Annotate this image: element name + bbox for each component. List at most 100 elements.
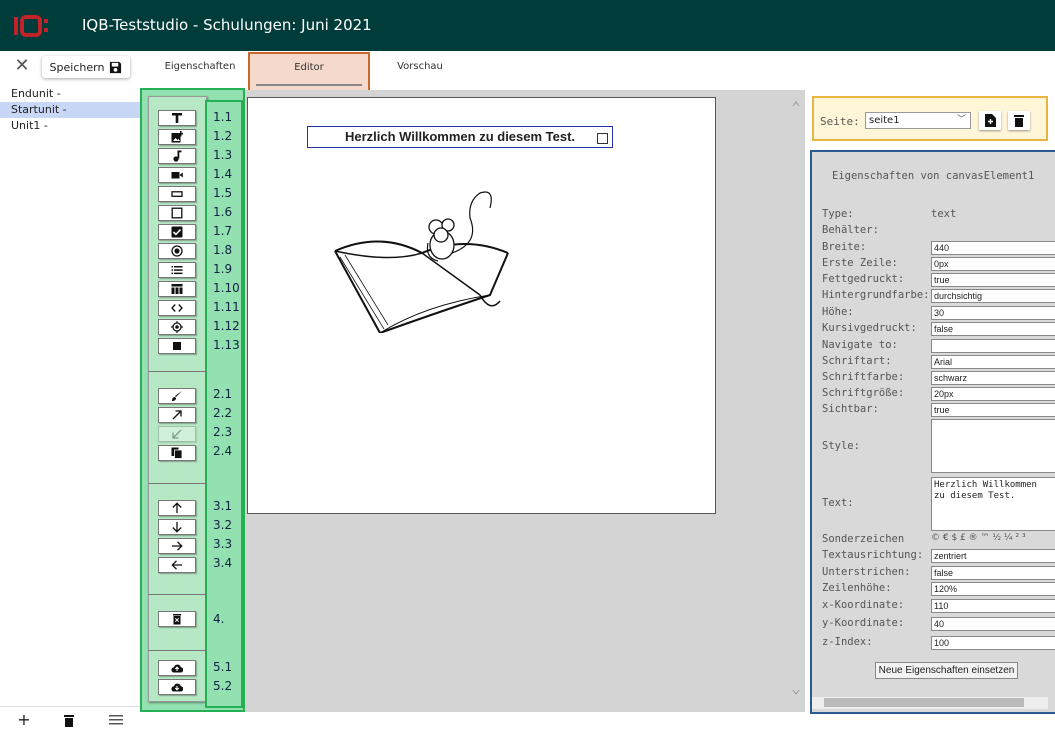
unit-list: Endunit - Startunit - Unit1 - [0,86,140,134]
tool-number: 1.12 [213,319,240,333]
table-icon[interactable] [158,281,196,297]
style-textarea[interactable] [931,419,1055,473]
tool-number: 3.3 [213,537,233,551]
page-select[interactable]: seite1 ﹀ [865,112,971,129]
tool-group-divider [148,594,207,595]
close-button[interactable]: ✕ [14,55,30,76]
music-note-icon[interactable] [158,148,196,164]
prop-input-bold[interactable]: true [931,273,1055,287]
arrow-up-icon[interactable] [158,500,196,516]
arrow-right-icon[interactable] [158,538,196,554]
textarea-icon[interactable] [158,205,196,221]
prop-input-width[interactable]: 440 [931,241,1055,255]
prop-input-x[interactable]: 110 [931,599,1055,613]
code-icon[interactable] [158,300,196,316]
tool-number: 1.8 [213,243,233,257]
properties-title: Eigenschaften von canvasElement1 [832,170,1035,182]
scrollbar-thumb[interactable] [824,698,1024,707]
prop-input-font-size[interactable]: 20px [931,387,1055,401]
canvas-text: Herzlich Willkommen zu diesem Test. [344,129,576,144]
copy-icon[interactable] [158,445,196,461]
checkbox-icon[interactable] [158,224,196,240]
prop-input-z-index[interactable]: 100 [931,636,1055,650]
tab-eigenschaften[interactable]: Eigenschaften [160,61,240,72]
prop-label: Schriftfarbe: [822,371,905,383]
add-page-button[interactable] [979,111,1001,130]
book-mouse-image[interactable] [330,183,515,333]
add-page-icon [984,114,996,127]
tool-number: 5.2 [213,679,233,693]
unit-actions-bar: + [0,706,140,731]
tab-vorschau[interactable]: Vorschau [390,61,450,72]
prop-label: Breite: [822,241,867,253]
brush-icon[interactable] [158,388,196,404]
apply-properties-button[interactable]: Neue Eigenschaften einsetzen [875,662,1018,679]
prop-input-font-color[interactable]: schwarz [931,371,1055,385]
text-icon[interactable] [158,110,196,126]
tool-number: 1.4 [213,167,233,181]
square-icon[interactable] [158,338,196,354]
menu-icon[interactable] [104,710,128,730]
resize-handle-icon[interactable] [597,133,608,144]
tool-number: 3.4 [213,556,233,570]
special-chars[interactable]: © € $ £ ® ™ ½ ¼ ² ³ [931,533,1026,543]
cloud-upload-icon[interactable] [158,660,196,676]
prop-label: y-Koordinate: [822,617,905,629]
prop-input-italic[interactable]: false [931,322,1055,336]
unit-item-endunit[interactable]: Endunit - [0,86,140,102]
prop-input-navigate[interactable] [931,339,1055,353]
radio-icon[interactable] [158,243,196,259]
tool-number: 1.6 [213,205,233,219]
iqb-logo [14,15,48,37]
canvas-text-element[interactable]: Herzlich Willkommen zu diesem Test. [307,126,613,148]
prop-label-special: Sonderzeichen [822,533,905,545]
prop-input-height[interactable]: 30 [931,306,1055,320]
unit-item-startunit[interactable]: Startunit - [0,102,140,118]
arrow-down-left-icon[interactable] [158,426,196,442]
arrow-left-icon[interactable] [158,557,196,573]
prop-input-visible[interactable]: true [931,403,1055,417]
delete-page-button[interactable] [1008,111,1030,130]
prop-label: Zeilenhöhe: [822,582,892,594]
prop-input-text-align[interactable]: zentriert [931,549,1055,563]
prop-label: Textausrichtung: [822,549,924,561]
prop-input-underline[interactable]: false [931,566,1055,580]
tool-group-divider [148,483,207,484]
unit-item-unit1[interactable]: Unit1 - [0,118,140,134]
prop-input-y[interactable]: 40 [931,617,1055,631]
tool-number: 1.2 [213,129,233,143]
canvas-vertical-scrollbar[interactable] [790,96,802,700]
arrow-up-right-icon[interactable] [158,407,196,423]
add-unit-button[interactable]: + [12,710,36,730]
prop-input-font[interactable]: Arial [931,355,1055,369]
prop-input-line-height[interactable]: 120% [931,582,1055,596]
prop-input-first-line[interactable]: 0px [931,257,1055,271]
list-icon[interactable] [158,262,196,278]
save-button-label: Speichern [49,60,105,74]
prop-label: Navigate to: [822,339,898,351]
save-button[interactable]: Speichern [42,56,130,78]
tool-number: 2.3 [213,425,233,439]
tool-number: 1.1 [213,110,233,124]
prop-label: z-Index: [822,636,873,648]
app-title: IQB-Teststudio - Schulungen: Juni 2021 [82,16,372,34]
prop-value-type: text [931,208,957,220]
delete-icon[interactable] [158,611,196,627]
cloud-download-icon[interactable] [158,679,196,695]
prop-label: Fettgedruckt: [822,273,905,285]
trash-icon[interactable] [57,710,81,730]
tool-number: 4. [213,612,225,626]
video-icon[interactable] [158,167,196,183]
tool-number: 1.11 [213,300,240,314]
prop-label: Schriftart: [822,355,892,367]
target-icon[interactable] [158,319,196,335]
prop-input-background[interactable]: durchsichtig [931,289,1055,303]
textfield-icon[interactable] [158,186,196,202]
page-select-value: seite1 [869,115,900,126]
add-image-icon[interactable] [158,129,196,145]
tool-number: 2.2 [213,406,233,420]
prop-label-container: Behälter: [822,224,879,236]
text-textarea[interactable]: Herzlich Willkommen zu diesem Test. [931,477,1055,531]
prop-label: Höhe: [822,306,854,318]
arrow-down-icon[interactable] [158,519,196,535]
